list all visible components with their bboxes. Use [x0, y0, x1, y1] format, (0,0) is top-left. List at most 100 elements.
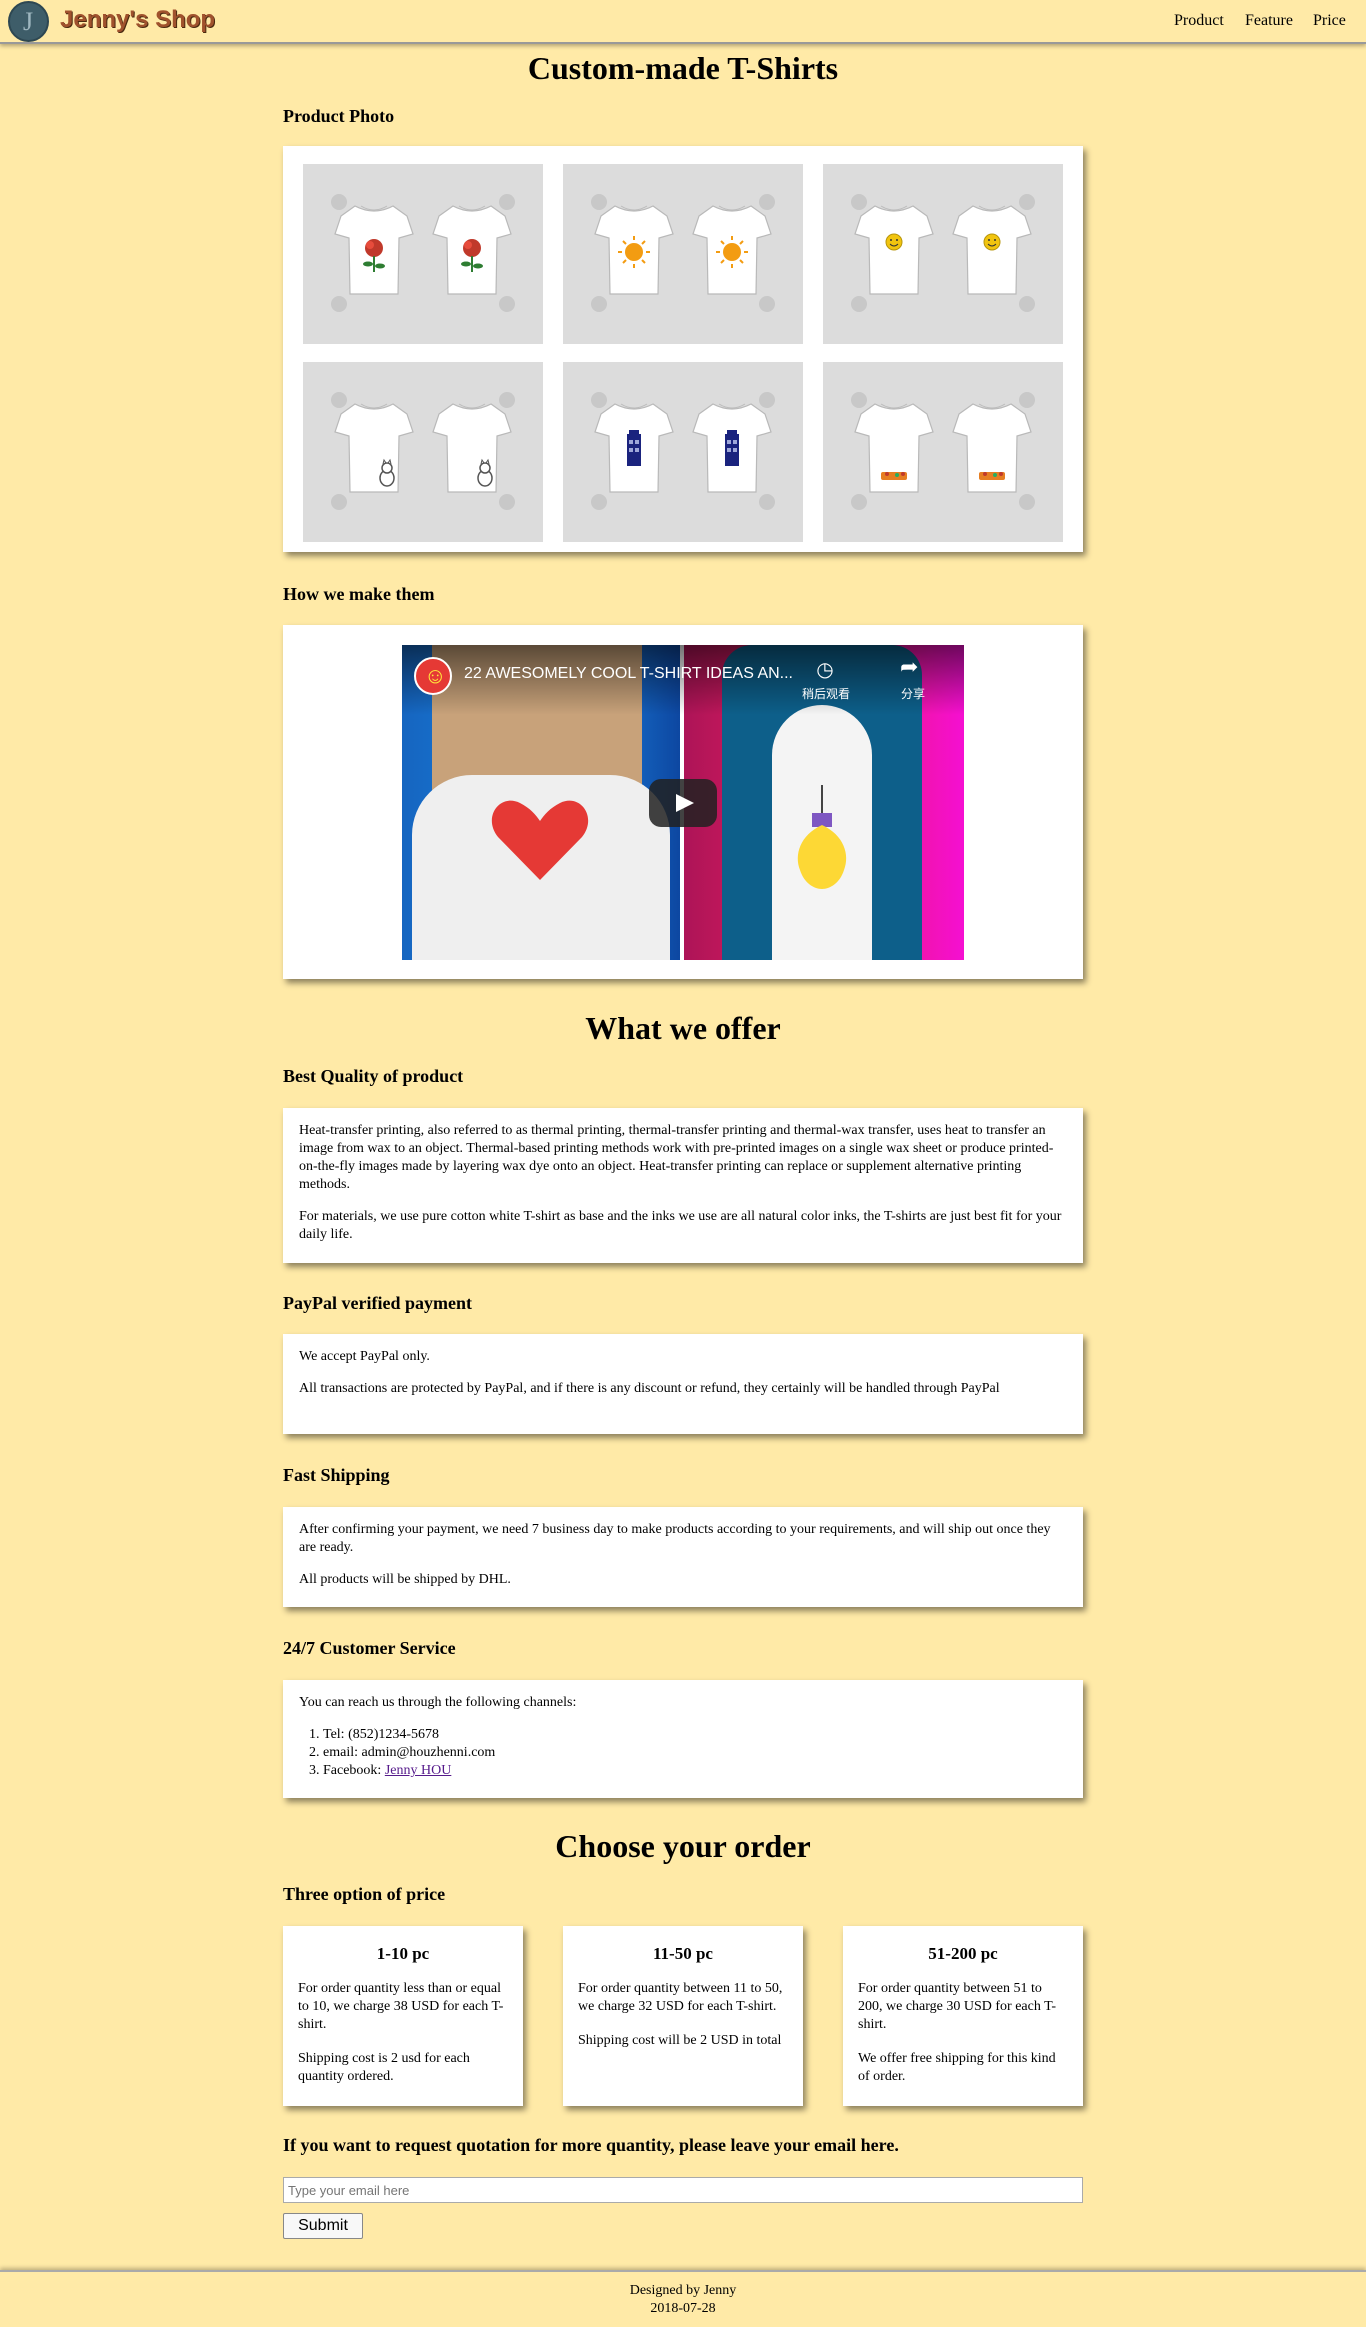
- product-photo-gallery: [283, 146, 1083, 552]
- decor-circle: [851, 194, 867, 210]
- clock-icon[interactable]: ◷: [810, 657, 840, 681]
- paypal-card: We accept PayPal only. All transactions …: [283, 1334, 1083, 1434]
- decor-circle: [591, 392, 607, 408]
- shipping-paragraph-2: All products will be shipped by DHL.: [299, 1572, 511, 1587]
- paypal-heading: PayPal verified payment: [283, 1293, 472, 1313]
- decor-circle: [1019, 494, 1035, 510]
- decor-circle: [759, 296, 775, 312]
- footer-designer: Designed by Jenny: [629, 2283, 737, 2298]
- product-photo-1[interactable]: [303, 164, 543, 344]
- product-photo-2[interactable]: [563, 164, 803, 344]
- decor-circle: [331, 194, 347, 210]
- quality-paragraph-2: For materials, we use pure cotton white …: [299, 1209, 1062, 1242]
- contact-tel: Tel: (852)1234-5678: [323, 1726, 1067, 1744]
- tshirt-police-box-icon: [691, 398, 773, 498]
- price-option-title: 1-10 pc: [376, 1944, 430, 1963]
- paypal-paragraph-1: We accept PayPal only.: [299, 1349, 430, 1364]
- channel-avatar[interactable]: ☺: [414, 657, 452, 695]
- price-option-desc: For order quantity between 11 to 50, we …: [578, 1981, 783, 2014]
- service-card: You can reach us through the following c…: [283, 1680, 1083, 1798]
- tshirt-rose-icon: [333, 200, 415, 300]
- decor-circle: [499, 296, 515, 312]
- tshirt-cat-icon: [431, 398, 513, 498]
- share-label[interactable]: 分享: [901, 685, 925, 702]
- footer-date: 2018-07-28: [650, 2301, 716, 2316]
- decor-circle: [1019, 392, 1035, 408]
- logo[interactable]: J: [8, 1, 49, 42]
- product-photo-5[interactable]: [563, 362, 803, 542]
- quality-paragraph-1: Heat-transfer printing, also referred to…: [299, 1123, 1054, 1192]
- decor-circle: [331, 494, 347, 510]
- price-option-title: 51-200 pc: [928, 1944, 998, 1963]
- order-heading: Choose your order: [555, 1828, 811, 1864]
- tshirt-police-box-icon: [593, 398, 675, 498]
- tshirt-smiley-icon: [853, 200, 935, 300]
- play-icon: [676, 794, 694, 812]
- tshirt-sun-icon: [593, 200, 675, 300]
- share-icon[interactable]: ➦: [900, 655, 918, 680]
- shipping-card: After confirming your payment, we need 7…: [283, 1507, 1083, 1607]
- tshirt-pizza-slice-icon: [951, 398, 1033, 498]
- lightbulb-icon: [794, 785, 850, 895]
- watch-later-label[interactable]: 稍后观看: [802, 685, 850, 702]
- video-player[interactable]: ☺ 22 AWESOMELY COOL T-SHIRT IDEAS AN... …: [402, 645, 964, 960]
- nav-link-feature[interactable]: Feature: [1245, 12, 1293, 30]
- video-card: ☺ 22 AWESOMELY COOL T-SHIRT IDEAS AN... …: [283, 625, 1083, 979]
- shipping-paragraph-1: After confirming your payment, we need 7…: [299, 1522, 1051, 1555]
- product-photo-heading: Product Photo: [283, 106, 395, 126]
- contact-list: Tel: (852)1234-5678 email: admin@houzhen…: [299, 1726, 1067, 1780]
- nav-link-product[interactable]: Product: [1174, 12, 1224, 30]
- decor-circle: [759, 392, 775, 408]
- footer: Designed by Jenny 2018-07-28: [0, 2270, 1366, 2327]
- price-option-3[interactable]: 51-200 pc For order quantity between 51 …: [843, 1926, 1083, 2106]
- how-heading: How we make them: [283, 584, 435, 604]
- video-title[interactable]: 22 AWESOMELY COOL T-SHIRT IDEAS AN...: [464, 665, 793, 683]
- service-heading: 24/7 Customer Service: [283, 1638, 456, 1658]
- decor-circle: [759, 194, 775, 210]
- email-input[interactable]: [283, 2177, 1083, 2203]
- price-option-desc: For order quantity less than or equal to…: [298, 1981, 504, 2032]
- quality-card: Heat-transfer printing, also referred to…: [283, 1108, 1083, 1263]
- facebook-prefix: Facebook:: [323, 1763, 385, 1778]
- tshirt-sun-icon: [691, 200, 773, 300]
- tshirt-pizza-slice-icon: [853, 398, 935, 498]
- smiley-avatar-icon: ☺: [424, 663, 447, 688]
- tshirt-smiley-icon: [951, 200, 1033, 300]
- product-photo-3[interactable]: [823, 164, 1063, 344]
- price-option-1[interactable]: 1-10 pc For order quantity less than or …: [283, 1926, 523, 2106]
- decor-circle: [1019, 194, 1035, 210]
- product-photo-4[interactable]: [303, 362, 543, 542]
- price-subheading: Three option of price: [283, 1884, 446, 1904]
- facebook-link[interactable]: Jenny HOU: [385, 1763, 452, 1778]
- paypal-paragraph-2: All transactions are protected by PayPal…: [299, 1381, 1000, 1396]
- price-option-title: 11-50 pc: [653, 1944, 713, 1963]
- decor-circle: [499, 494, 515, 510]
- tshirt-rose-icon: [431, 200, 513, 300]
- decor-circle: [759, 494, 775, 510]
- decor-circle: [851, 296, 867, 312]
- nav-link-price[interactable]: Price: [1313, 12, 1346, 30]
- shipping-heading: Fast Shipping: [283, 1465, 390, 1485]
- quality-heading: Best Quality of product: [283, 1066, 464, 1086]
- submit-button[interactable]: Submit: [283, 2213, 363, 2239]
- navbar: J Jenny's Shop Product Feature Price: [0, 0, 1366, 44]
- heart-icon: [490, 795, 590, 885]
- offer-heading: What we offer: [585, 1010, 781, 1046]
- price-option-2[interactable]: 11-50 pc For order quantity between 11 t…: [563, 1926, 803, 2106]
- decor-circle: [499, 392, 515, 408]
- price-option-shipping: We offer free shipping for this kind of …: [858, 2051, 1056, 2084]
- tshirt-cat-icon: [333, 398, 415, 498]
- product-photo-6[interactable]: [823, 362, 1063, 542]
- decor-circle: [591, 194, 607, 210]
- decor-circle: [591, 296, 607, 312]
- price-option-desc: For order quantity between 51 to 200, we…: [858, 1981, 1057, 2032]
- play-button[interactable]: [649, 779, 717, 827]
- decor-circle: [1019, 296, 1035, 312]
- brand-name[interactable]: Jenny's Shop: [60, 6, 215, 34]
- decor-circle: [331, 296, 347, 312]
- quote-text: If you want to request quotation for mor…: [283, 2135, 899, 2155]
- decor-circle: [591, 494, 607, 510]
- price-option-shipping: Shipping cost will be 2 USD in total: [578, 2033, 782, 2048]
- contact-facebook: Facebook: Jenny HOU: [323, 1762, 1067, 1780]
- decor-circle: [499, 194, 515, 210]
